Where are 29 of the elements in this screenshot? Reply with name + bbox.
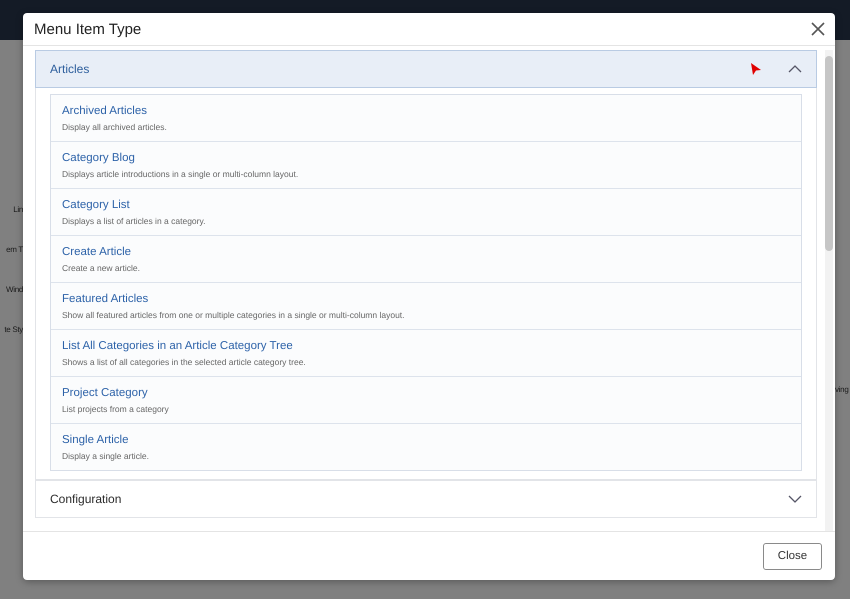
background-label: ving — [835, 385, 848, 394]
chevron-up-icon — [788, 65, 802, 73]
modal-title: Menu Item Type — [34, 20, 142, 38]
menu-type-description: Display a single article. — [62, 450, 150, 460]
menu-type-description: Display all archived articles. — [62, 122, 168, 132]
menu-type-description: Create a new article. — [62, 262, 141, 272]
menu-type-link[interactable]: Single Article — [62, 434, 790, 446]
menu-type-description: Show all featured articles from one or multiple categories in a single or multi-column layout. — [62, 310, 406, 320]
menu-type-description: Displays article introductions in a single or multi-column layout. — [62, 168, 300, 178]
background-label: te Sty — [4, 324, 23, 336]
menu-type-description: List projects from a category — [62, 404, 170, 414]
close-icon[interactable] — [811, 22, 825, 36]
menu-type-link[interactable]: Project Category — [62, 386, 790, 398]
menu-type-link[interactable]: Category List — [62, 198, 790, 210]
cursor-icon — [750, 62, 762, 76]
menu-type-link[interactable]: List All Categories in an Article Category Tree — [62, 340, 790, 352]
background-label: Wind — [6, 284, 23, 296]
background-label: Lin — [13, 204, 23, 216]
chevron-down-icon — [788, 495, 802, 503]
menu-type-link[interactable]: Featured Articles — [62, 292, 790, 304]
menu-type-link[interactable]: Create Article — [62, 246, 790, 258]
menu-type-link[interactable]: Archived Articles — [62, 104, 790, 116]
background-label: em T — [6, 244, 23, 256]
scrollbar[interactable] — [825, 50, 833, 531]
menu-type-description: Shows a list of all categories in the selected article category tree. — [62, 356, 307, 366]
menu-type-link[interactable]: Category Blog — [62, 152, 790, 164]
close-button[interactable]: Close — [763, 542, 822, 570]
menu-type-description: Displays a list of articles in a category. — [62, 216, 206, 226]
accordion-header[interactable]: Articles — [35, 50, 817, 88]
